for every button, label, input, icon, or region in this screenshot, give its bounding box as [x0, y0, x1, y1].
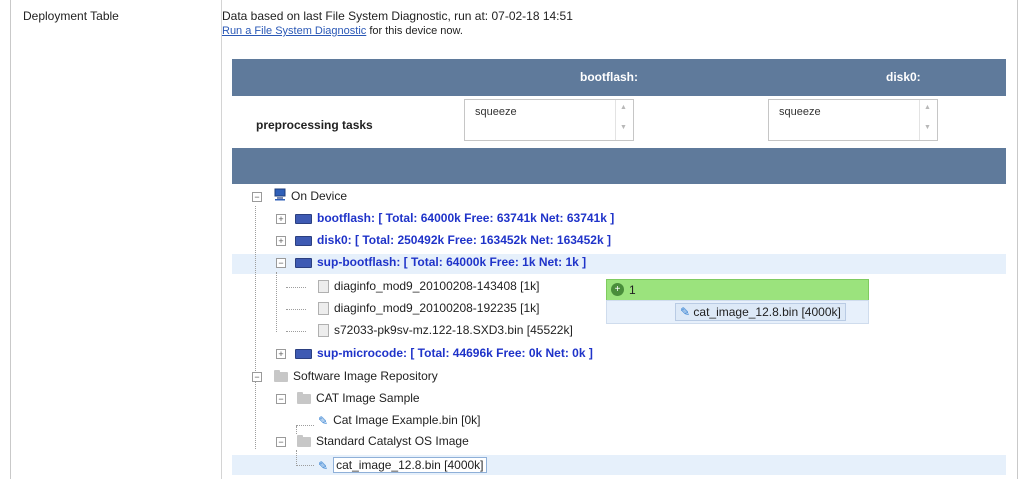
column-header-disk0: disk0: — [886, 70, 921, 84]
drop-target-indicator: + 1 — [606, 279, 869, 301]
file-icon — [318, 302, 329, 316]
tree-node-label: cat_image_12.8.bin [4000k] — [333, 457, 487, 473]
tree-line — [296, 465, 314, 467]
drive-icon — [295, 213, 312, 224]
drag-proxy[interactable]: ✎ cat_image_12.8.bin [4000k] — [606, 300, 869, 324]
preprocessing-label: preprocessing tasks — [256, 118, 373, 132]
diagnostic-link-suffix: for this device now. — [366, 25, 463, 37]
folder-icon — [274, 369, 288, 382]
tree-node-label: Software Image Repository — [293, 369, 438, 383]
drive-icon — [295, 348, 312, 359]
tree-line — [286, 331, 306, 333]
tree-node-file[interactable]: diaginfo_mod9_20100208-192235 [1k] — [318, 299, 540, 317]
tree-node-label: Cat Image Example.bin [0k] — [333, 413, 481, 427]
add-circle-icon: + — [611, 283, 624, 296]
scroll-down-icon[interactable]: ▼ — [620, 124, 627, 131]
tree-line — [286, 309, 306, 311]
computer-icon — [274, 188, 286, 206]
collapse-icon[interactable]: − — [276, 258, 286, 268]
diagnostic-info: Data based on last File System Diagnosti… — [222, 9, 573, 23]
tree-line — [255, 206, 257, 381]
table-header: bootflash: disk0: — [232, 59, 1006, 96]
scrollbar[interactable]: ▲ ▼ — [615, 100, 633, 140]
tree-node-standard-catalyst[interactable]: Standard Catalyst OS Image — [297, 432, 469, 450]
preprocessing-value: squeeze — [475, 106, 517, 118]
preprocessing-field-disk0[interactable]: squeeze ▲ ▼ — [768, 99, 938, 141]
tree-node-label: On Device — [291, 189, 348, 203]
diagnostic-info-text: Data based on last File System Diagnosti… — [222, 9, 492, 23]
folder-icon — [297, 391, 311, 404]
tree-node-label: Standard Catalyst OS Image — [316, 434, 469, 448]
row-label-cell: Deployment Table — [11, 0, 222, 479]
tree-node-label: diaginfo_mod9_20100208-143408 [1k] — [334, 279, 540, 293]
tree-node-disk0[interactable]: disk0: [ Total: 250492k Free: 163452k Ne… — [295, 231, 611, 249]
tree-node-sup-microcode[interactable]: sup-microcode: [ Total: 44696k Free: 0k … — [295, 344, 593, 362]
pen-icon: ✎ — [680, 305, 694, 319]
scroll-up-icon[interactable]: ▲ — [620, 104, 627, 111]
drop-count: 1 — [629, 283, 636, 297]
tree-line — [296, 425, 314, 427]
preprocessing-field-bootflash[interactable]: squeeze ▲ ▼ — [464, 99, 634, 141]
collapse-icon[interactable]: − — [276, 437, 286, 447]
drag-item-label: ✎ cat_image_12.8.bin [4000k] — [675, 303, 846, 321]
drive-icon — [295, 257, 312, 268]
expand-icon[interactable]: + — [276, 214, 286, 224]
scroll-down-icon[interactable]: ▼ — [924, 124, 931, 131]
scrollbar[interactable]: ▲ ▼ — [919, 100, 937, 140]
file-icon — [318, 324, 329, 338]
folder-icon — [297, 434, 311, 447]
tree-node-file[interactable]: s72033-pk9sv-mz.122-18.SXD3.bin [45522k] — [318, 321, 573, 339]
tree-line — [296, 450, 298, 466]
preprocessing-row: preprocessing tasks squeeze ▲ ▼ squeeze … — [232, 96, 1006, 148]
tree-node-cat-sample[interactable]: CAT Image Sample — [297, 389, 420, 407]
tree-node-label: diaginfo_mod9_20100208-192235 [1k] — [334, 301, 540, 315]
tree-node-label: sup-microcode: [ Total: 44696k Free: 0k … — [317, 346, 593, 360]
tree-line — [255, 382, 257, 449]
drive-icon — [295, 235, 312, 246]
preprocessing-value: squeeze — [779, 106, 821, 118]
run-diagnostic-link[interactable]: Run a File System Diagnostic — [222, 25, 366, 37]
tree-line — [276, 272, 278, 332]
tree-node-label: s72033-pk9sv-mz.122-18.SXD3.bin [45522k] — [334, 323, 573, 337]
table-subheader — [232, 148, 1006, 184]
scroll-up-icon[interactable]: ▲ — [924, 104, 931, 111]
column-header-bootflash: bootflash: — [580, 70, 638, 84]
tree-node-cat-image[interactable]: ✎ cat_image_12.8.bin [4000k] — [318, 456, 487, 474]
diagnostic-timestamp: 07-02-18 14:51 — [491, 9, 573, 23]
row-label: Deployment Table — [23, 9, 119, 23]
collapse-icon[interactable]: − — [252, 372, 262, 382]
pen-icon: ✎ — [318, 413, 329, 428]
tree-node-label: disk0: [ Total: 250492k Free: 163452k Ne… — [317, 233, 611, 247]
tree-node-file[interactable]: diaginfo_mod9_20100208-143408 [1k] — [318, 277, 540, 295]
tree-node-cat-example[interactable]: ✎ Cat Image Example.bin [0k] — [318, 411, 480, 429]
diagnostic-link-line: Run a File System Diagnostic for this de… — [222, 25, 463, 37]
expand-icon[interactable]: + — [276, 236, 286, 246]
tree-line — [286, 287, 306, 289]
tree-node-software-repository[interactable]: Software Image Repository — [274, 367, 438, 385]
expand-icon[interactable]: + — [276, 349, 286, 359]
tree-node-label: bootflash: [ Total: 64000k Free: 63741k … — [317, 211, 615, 225]
tree-node-label: CAT Image Sample — [316, 391, 420, 405]
tree-node-sup-bootflash[interactable]: sup-bootflash: [ Total: 64000k Free: 1k … — [295, 253, 586, 271]
pen-icon: ✎ — [318, 458, 329, 473]
collapse-icon[interactable]: − — [276, 394, 286, 404]
collapse-icon[interactable]: − — [252, 192, 262, 202]
tree-node-on-device[interactable]: On Device — [274, 187, 347, 205]
file-icon — [318, 280, 329, 294]
tree-node-label: sup-bootflash: [ Total: 64000k Free: 1k … — [317, 255, 587, 269]
drag-item-text: cat_image_12.8.bin [4000k] — [693, 305, 841, 319]
tree-node-bootflash[interactable]: bootflash: [ Total: 64000k Free: 63741k … — [295, 209, 614, 227]
